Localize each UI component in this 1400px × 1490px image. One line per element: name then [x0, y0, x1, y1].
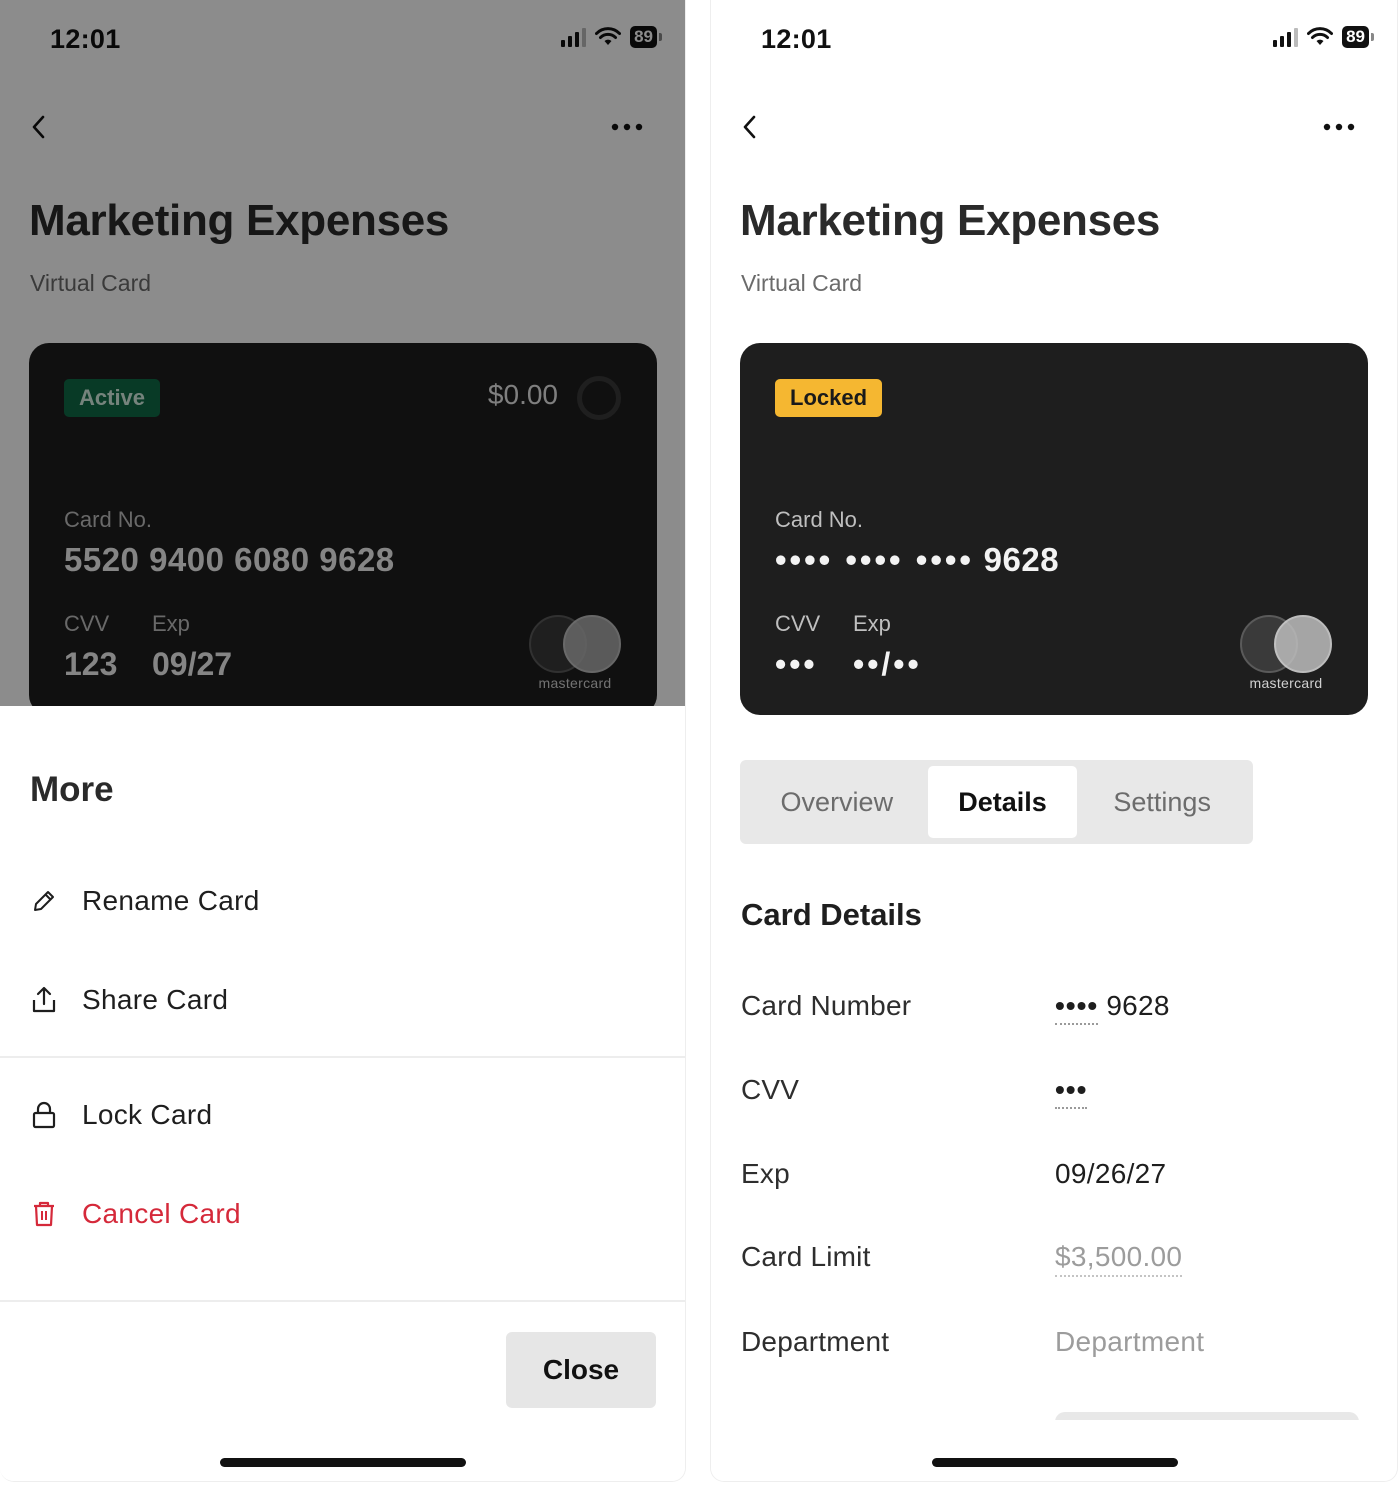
- cvv-masked: •••: [775, 646, 818, 682]
- phone-screen-more-sheet: 12:01 89 Marketing Expenses Virtual Card…: [0, 0, 686, 1482]
- clipped-label: [741, 1408, 749, 1420]
- lock-icon: [30, 1101, 58, 1129]
- exp-label: Exp: [853, 611, 891, 636]
- cvv-label: CVV: [775, 611, 821, 636]
- masked-digits: •••• •••• ••••: [775, 541, 974, 578]
- card-number-label: Card No.: [775, 507, 864, 532]
- card-last4: 9628: [1106, 990, 1170, 1021]
- card-number-reveal[interactable]: •••• 9628: [1055, 990, 1170, 1025]
- more-options-button[interactable]: [1317, 108, 1361, 146]
- rename-card-item[interactable]: Rename Card: [0, 866, 685, 936]
- detail-row-cvv: CVV •••: [741, 1074, 1369, 1114]
- detail-label: CVV: [741, 1074, 800, 1105]
- tab-overview[interactable]: Overview: [746, 766, 928, 838]
- cellular-signal-icon: [1273, 27, 1299, 47]
- share-icon: [30, 986, 58, 1014]
- detail-label: Exp: [741, 1158, 790, 1189]
- detail-row-department: Department Department: [741, 1326, 1369, 1366]
- scroll-mask: [711, 1420, 1397, 1481]
- cancel-card-item[interactable]: Cancel Card: [0, 1179, 685, 1249]
- status-badge: Locked: [775, 379, 883, 417]
- back-button[interactable]: [733, 108, 767, 146]
- tab-settings[interactable]: Settings: [1077, 766, 1247, 838]
- page-title: Marketing Expenses: [740, 196, 1161, 245]
- masked-digits: ••••: [1055, 990, 1099, 1025]
- detail-row-card-number: Card Number •••• 9628: [741, 990, 1369, 1030]
- detail-row-partially-hidden: [741, 1398, 1369, 1420]
- phone-screen-card-details: 12:01 89 Marketing Expenses Virtual Card…: [710, 0, 1398, 1482]
- cvv-reveal[interactable]: •••: [1055, 1074, 1088, 1109]
- exp-masked: ••/••: [853, 646, 922, 682]
- wifi-icon: [1307, 27, 1334, 45]
- clipped-field[interactable]: [1055, 1412, 1359, 1420]
- virtual-card: Locked Card No. •••• •••• •••• 9628 CVV …: [740, 343, 1368, 715]
- chevron-left-icon: [743, 115, 756, 139]
- sheet-title: More: [30, 770, 114, 809]
- card-last4: 9628: [983, 541, 1060, 578]
- sheet-divider: [0, 1056, 685, 1058]
- share-card-item[interactable]: Share Card: [0, 965, 685, 1035]
- exp-value: 09/26/27: [1055, 1158, 1167, 1189]
- ellipsis-icon: [1323, 123, 1355, 131]
- pencil-icon: [30, 887, 58, 915]
- department-field[interactable]: Department: [1055, 1326, 1204, 1358]
- status-icons: 89: [1273, 26, 1374, 48]
- close-button[interactable]: Close: [506, 1332, 656, 1408]
- segmented-tabs: Overview Details Settings: [740, 760, 1253, 844]
- trash-icon: [30, 1200, 58, 1228]
- mastercard-logo: mastercard: [1240, 615, 1332, 691]
- tab-details[interactable]: Details: [927, 766, 1078, 838]
- card-limit-field[interactable]: $3,500.00: [1055, 1241, 1183, 1277]
- detail-label: Card Limit: [741, 1241, 871, 1272]
- home-indicator: [932, 1458, 1178, 1467]
- modal-backdrop[interactable]: [0, 0, 685, 706]
- status-time: 12:01: [761, 24, 832, 54]
- detail-row-card-limit: Card Limit $3,500.00: [741, 1241, 1369, 1281]
- page-subtitle: Virtual Card: [741, 270, 863, 296]
- home-indicator: [220, 1458, 466, 1467]
- lock-card-item[interactable]: Lock Card: [0, 1080, 685, 1150]
- share-card-label: Share Card: [82, 984, 229, 1015]
- detail-label: Card Number: [741, 990, 912, 1021]
- battery-icon: 89: [1342, 26, 1374, 48]
- masked-digits: •••: [1055, 1074, 1088, 1109]
- detail-row-exp: Exp 09/26/27: [741, 1158, 1369, 1198]
- lock-card-label: Lock Card: [82, 1099, 213, 1130]
- rename-card-label: Rename Card: [82, 885, 260, 916]
- section-title: Card Details: [741, 897, 922, 932]
- detail-label: Department: [741, 1326, 890, 1357]
- cancel-card-label: Cancel Card: [82, 1198, 241, 1229]
- card-number-masked: •••• •••• •••• 9628: [775, 541, 1059, 579]
- mastercard-wordmark: mastercard: [1249, 675, 1323, 691]
- sheet-footer-divider: [0, 1300, 685, 1302]
- more-bottom-sheet: More Rename Card Share Card Lock Card Ca…: [0, 706, 685, 1481]
